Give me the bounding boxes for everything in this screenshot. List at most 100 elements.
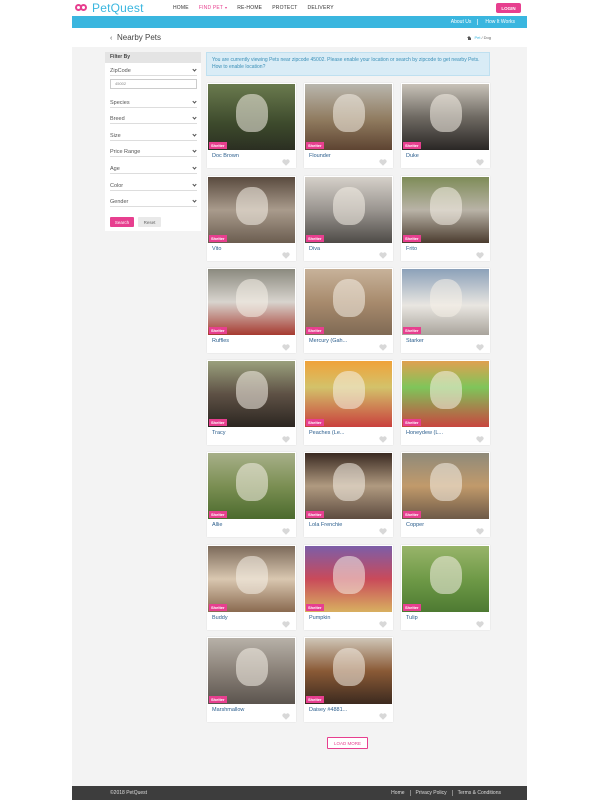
pet-photo[interactable]: Shelter	[305, 177, 392, 243]
how-it-works-link[interactable]: How It Works	[485, 19, 515, 25]
pet-card[interactable]: Shelter Vito	[207, 176, 296, 261]
pet-name[interactable]: Ruffles	[212, 338, 229, 344]
pet-photo[interactable]: Shelter	[208, 546, 295, 612]
pet-card[interactable]: Shelter Honeydew (L...	[401, 360, 490, 445]
pet-name[interactable]: Pumpkin	[309, 615, 330, 621]
pet-name[interactable]: Lola Frenchie	[309, 522, 342, 528]
pet-name[interactable]: Diva	[309, 246, 320, 252]
pet-photo[interactable]: Shelter	[402, 269, 489, 335]
pet-name[interactable]: Copper	[406, 522, 424, 528]
pet-name[interactable]: Doc Brown	[212, 153, 239, 159]
chevron-left-icon[interactable]: ‹	[110, 35, 112, 42]
pet-name[interactable]: Duke	[406, 153, 419, 159]
pet-card[interactable]: Shelter Marshmallow	[207, 637, 296, 722]
heart-icon[interactable]	[476, 246, 484, 259]
search-button[interactable]: Search	[110, 217, 134, 227]
pet-photo[interactable]: Shelter	[305, 361, 392, 427]
pet-card[interactable]: Shelter Flounder	[304, 83, 393, 168]
footer-home-link[interactable]: Home	[386, 790, 409, 796]
heart-icon[interactable]	[476, 153, 484, 166]
heart-icon[interactable]	[379, 707, 387, 720]
nav-item-home[interactable]: HOME	[173, 5, 189, 11]
pet-card[interactable]: Shelter Frito	[401, 176, 490, 261]
heart-icon[interactable]	[282, 153, 290, 166]
enable-location-link[interactable]: How to enable location?	[212, 64, 265, 70]
pet-name[interactable]: Buddy	[212, 615, 228, 621]
pet-card[interactable]: Shelter Duke	[401, 83, 490, 168]
pet-card[interactable]: Shelter Buddy	[207, 545, 296, 630]
heart-icon[interactable]	[379, 153, 387, 166]
pet-card[interactable]: Shelter Starker	[401, 268, 490, 353]
color-dropdown[interactable]: Color	[110, 182, 197, 191]
heart-icon[interactable]	[476, 522, 484, 535]
footer-privacy-link[interactable]: Privacy Policy	[409, 790, 452, 796]
pet-photo[interactable]: Shelter	[402, 177, 489, 243]
nav-item-rehome[interactable]: RE-HOME	[237, 5, 262, 11]
heart-icon[interactable]	[379, 430, 387, 443]
pet-photo[interactable]: Shelter	[208, 84, 295, 150]
reset-button[interactable]: Reset	[138, 217, 161, 227]
heart-icon[interactable]	[476, 430, 484, 443]
pet-name[interactable]: Tulip	[406, 615, 418, 621]
heart-icon[interactable]	[379, 522, 387, 535]
footer-terms-link[interactable]: Terms & Conditions	[451, 790, 506, 796]
pet-card[interactable]: Shelter Allie	[207, 452, 296, 537]
pet-name[interactable]: Frito	[406, 246, 417, 252]
price-range-dropdown[interactable]: Price Range	[110, 148, 197, 157]
pet-name[interactable]: Mercury (Gah...	[309, 338, 347, 344]
home-icon[interactable]	[466, 35, 472, 40]
pet-name[interactable]: Peaches (Le...	[309, 430, 344, 436]
breadcrumb-pet[interactable]: Pet	[475, 35, 481, 40]
heart-icon[interactable]	[379, 246, 387, 259]
pet-photo[interactable]: Shelter	[402, 84, 489, 150]
logo[interactable]: PetQuest	[75, 1, 144, 15]
pet-card[interactable]: Shelter Peaches (Le...	[304, 360, 393, 445]
pet-card[interactable]: Shelter Daisey #4881...	[304, 637, 393, 722]
pet-card[interactable]: Shelter Pumpkin	[304, 545, 393, 630]
pet-photo[interactable]: Shelter	[305, 546, 392, 612]
zipcode-input[interactable]: 45002	[110, 79, 197, 89]
pet-card[interactable]: Shelter Lola Frenchie	[304, 452, 393, 537]
pet-name[interactable]: Marshmallow	[212, 707, 244, 713]
pet-photo[interactable]: Shelter	[402, 453, 489, 519]
nav-item-find-pet[interactable]: FIND PET	[199, 5, 228, 11]
heart-icon[interactable]	[379, 615, 387, 628]
heart-icon[interactable]	[282, 522, 290, 535]
heart-icon[interactable]	[282, 246, 290, 259]
pet-card[interactable]: Shelter Diva	[304, 176, 393, 261]
heart-icon[interactable]	[379, 338, 387, 351]
heart-icon[interactable]	[282, 707, 290, 720]
age-dropdown[interactable]: Age	[110, 165, 197, 174]
size-dropdown[interactable]: Size	[110, 132, 197, 141]
pet-photo[interactable]: Shelter	[402, 546, 489, 612]
pet-photo[interactable]: Shelter	[208, 361, 295, 427]
pet-card[interactable]: Shelter Copper	[401, 452, 490, 537]
heart-icon[interactable]	[476, 338, 484, 351]
pet-name[interactable]: Allie	[212, 522, 222, 528]
pet-photo[interactable]: Shelter	[305, 84, 392, 150]
nav-item-delivery[interactable]: DELIVERY	[308, 5, 334, 11]
nav-item-protect[interactable]: PROTECT	[272, 5, 297, 11]
pet-name[interactable]: Tracy	[212, 430, 226, 436]
pet-photo[interactable]: Shelter	[208, 269, 295, 335]
pet-name[interactable]: Vito	[212, 246, 221, 252]
pet-card[interactable]: Shelter Mercury (Gah...	[304, 268, 393, 353]
pet-card[interactable]: Shelter Doc Brown	[207, 83, 296, 168]
pet-photo[interactable]: Shelter	[208, 638, 295, 704]
heart-icon[interactable]	[476, 615, 484, 628]
pet-photo[interactable]: Shelter	[208, 177, 295, 243]
pet-name[interactable]: Flounder	[309, 153, 331, 159]
about-us-link[interactable]: About Us	[451, 19, 472, 25]
heart-icon[interactable]	[282, 430, 290, 443]
login-button[interactable]: LOGIN	[496, 3, 521, 13]
pet-name[interactable]: Honeydew (L...	[406, 430, 443, 436]
pet-photo[interactable]: Shelter	[402, 361, 489, 427]
pet-photo[interactable]: Shelter	[305, 638, 392, 704]
load-more-button[interactable]: LOAD MORE	[327, 737, 368, 749]
pet-name[interactable]: Starker	[406, 338, 424, 344]
pet-card[interactable]: Shelter Tracy	[207, 360, 296, 445]
species-dropdown[interactable]: Species	[110, 99, 197, 108]
zipcode-dropdown[interactable]: ZipCode	[110, 67, 197, 76]
pet-card[interactable]: Shelter Tulip	[401, 545, 490, 630]
pet-photo[interactable]: Shelter	[305, 453, 392, 519]
